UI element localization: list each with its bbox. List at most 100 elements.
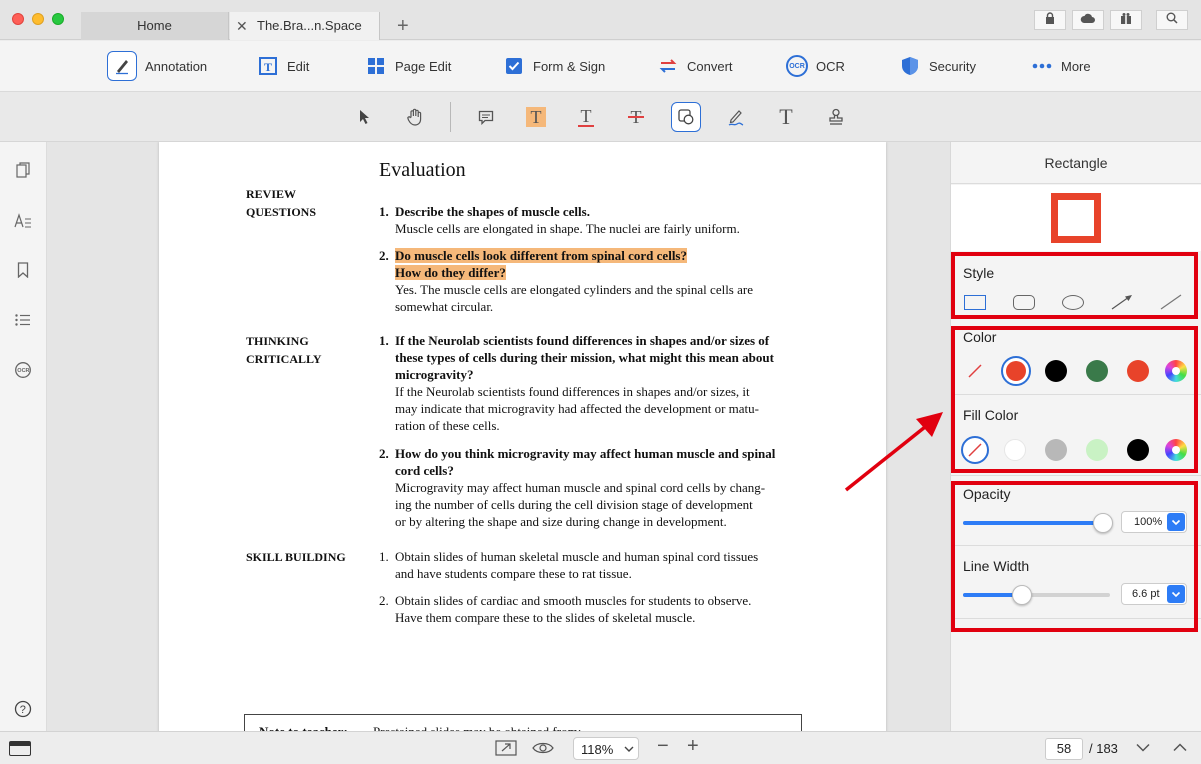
- item-number: 1.: [379, 333, 389, 348]
- edit-text-icon: T: [257, 55, 279, 77]
- highlighted-text[interactable]: Do muscle cells look different from spin…: [395, 248, 687, 263]
- item-number: 2.: [379, 446, 389, 461]
- security-button[interactable]: Security: [899, 41, 976, 91]
- item-number: 1.: [379, 549, 389, 564]
- red-highlight-box-sliders: [951, 481, 1198, 632]
- select-arrow-icon[interactable]: [350, 103, 380, 131]
- page-number-input[interactable]: 58: [1045, 738, 1083, 760]
- convert-button[interactable]: Convert: [657, 41, 733, 91]
- document-viewport[interactable]: Evaluation REVIEW QUESTIONS 1. Describe …: [47, 142, 950, 731]
- page-total: / 183: [1089, 741, 1118, 756]
- section-heading: SKILL BUILDING: [246, 550, 346, 564]
- section-heading: REVIEW QUESTIONS: [246, 187, 317, 219]
- shape-icon[interactable]: [671, 102, 701, 132]
- annotation-label: Annotation: [145, 58, 208, 74]
- page-grid-icon: [365, 55, 387, 77]
- cloud-icon[interactable]: [1072, 10, 1104, 30]
- edit-label: Edit: [287, 58, 310, 74]
- divider: [951, 475, 1201, 476]
- svg-text:?: ?: [20, 704, 26, 716]
- red-highlight-box-style: [951, 252, 1198, 319]
- red-highlight-box-colors: [951, 326, 1198, 473]
- bookmark-icon[interactable]: [11, 258, 35, 282]
- convert-arrows-icon: [657, 55, 679, 77]
- question-block: How do you think microgravity may affect…: [395, 446, 776, 529]
- next-page-icon[interactable]: [1136, 743, 1150, 752]
- form-sign-button[interactable]: Form & Sign: [503, 41, 605, 91]
- task-block: Obtain slides of human skeletal muscle a…: [395, 549, 759, 581]
- help-icon[interactable]: ?: [11, 697, 35, 721]
- edit-button[interactable]: T Edit: [257, 41, 309, 91]
- ocr-button[interactable]: OCR OCR: [786, 41, 845, 91]
- item-number: 2.: [379, 248, 389, 263]
- tab-label: Home: [137, 18, 172, 33]
- shape-preview: [951, 185, 1201, 251]
- panel-title: Rectangle: [951, 142, 1201, 184]
- panel-toggle-icon[interactable]: [9, 741, 31, 756]
- zoom-out-button[interactable]: −: [657, 735, 669, 758]
- ocr-label: OCR: [816, 58, 845, 74]
- ocr-icon: OCR: [786, 55, 808, 77]
- pdf-page: Evaluation REVIEW QUESTIONS 1. Describe …: [159, 142, 886, 731]
- form-sign-label: Form & Sign: [533, 58, 606, 74]
- tab-home[interactable]: Home: [81, 12, 229, 40]
- task-block: Obtain slides of cardiac and smooth musc…: [395, 593, 752, 625]
- eye-icon[interactable]: [532, 741, 554, 755]
- more-button[interactable]: More: [1031, 41, 1091, 91]
- strikethrough-icon[interactable]: T: [621, 103, 651, 131]
- pencil-icon[interactable]: [721, 103, 751, 131]
- highlight-icon[interactable]: T: [521, 103, 551, 131]
- lock-icon[interactable]: [1034, 10, 1066, 30]
- item-number: 2.: [379, 593, 389, 608]
- status-bar: 118% − + 58 / 183: [0, 731, 1201, 764]
- question-block: If the Neurolab scientists found differe…: [395, 333, 774, 433]
- security-label: Security: [929, 58, 976, 74]
- zoom-select[interactable]: 118%: [573, 737, 639, 760]
- checkbox-icon: [503, 55, 525, 77]
- hand-icon[interactable]: [400, 103, 430, 131]
- minimize-window-button[interactable]: [32, 13, 44, 25]
- convert-label: Convert: [687, 58, 733, 74]
- search-icon[interactable]: [1156, 10, 1188, 30]
- annotation-button[interactable]: Annotation: [107, 41, 207, 91]
- main-toolbar: Annotation T Edit Page Edit Form & Sign …: [0, 41, 1201, 92]
- underline-icon[interactable]: T: [571, 103, 601, 131]
- previous-page-icon[interactable]: [1173, 743, 1187, 752]
- text-icon[interactable]: T: [771, 103, 801, 131]
- ocr-sidebar-icon[interactable]: OCR: [11, 358, 35, 382]
- section-heading: THINKING CRITICALLY: [246, 334, 322, 366]
- shield-icon: [899, 55, 921, 77]
- comment-icon[interactable]: [471, 103, 501, 131]
- properties-panel: Rectangle Style Color Fill Color Opacity…: [950, 142, 1201, 731]
- fit-page-icon[interactable]: [495, 740, 517, 756]
- stamp-icon[interactable]: [821, 103, 851, 131]
- note-box: Note to teacher: Prestained slides may b…: [244, 714, 802, 731]
- thumbnails-icon[interactable]: [11, 158, 35, 182]
- new-tab-button[interactable]: +: [397, 12, 409, 40]
- highlighted-text[interactable]: How do they differ?: [395, 265, 506, 280]
- left-sidebar: OCR ?: [0, 142, 47, 731]
- more-dots-icon: [1031, 55, 1053, 77]
- gift-icon[interactable]: [1110, 10, 1142, 30]
- outline-list-icon[interactable]: [11, 308, 35, 332]
- more-label: More: [1061, 58, 1091, 74]
- tab-document[interactable]: ✕ The.Bra...n.Space: [230, 12, 380, 40]
- item-number: 1.: [379, 204, 389, 219]
- title-bar: Home ✕ The.Bra...n.Space +: [0, 0, 1201, 40]
- question-block: Do muscle cells look different from spin…: [395, 248, 753, 314]
- zoom-in-button[interactable]: +: [687, 735, 699, 758]
- close-tab-icon[interactable]: ✕: [236, 12, 248, 40]
- annotation-toolbar: T T T T: [0, 92, 1201, 142]
- red-arrow-annotation: [844, 412, 943, 492]
- tab-label: The.Bra...n.Space: [257, 18, 362, 33]
- text-search-icon[interactable]: [11, 209, 35, 233]
- page-title: Evaluation: [379, 159, 466, 181]
- page-edit-button[interactable]: Page Edit: [365, 41, 451, 91]
- close-window-button[interactable]: [12, 13, 24, 25]
- svg-text:OCR: OCR: [17, 368, 29, 374]
- svg-text:T: T: [264, 60, 272, 74]
- annotation-pen-icon: [107, 51, 137, 81]
- rectangle-preview-icon: [1051, 193, 1101, 243]
- zoom-window-button[interactable]: [52, 13, 64, 25]
- chevron-down-icon: [624, 746, 634, 752]
